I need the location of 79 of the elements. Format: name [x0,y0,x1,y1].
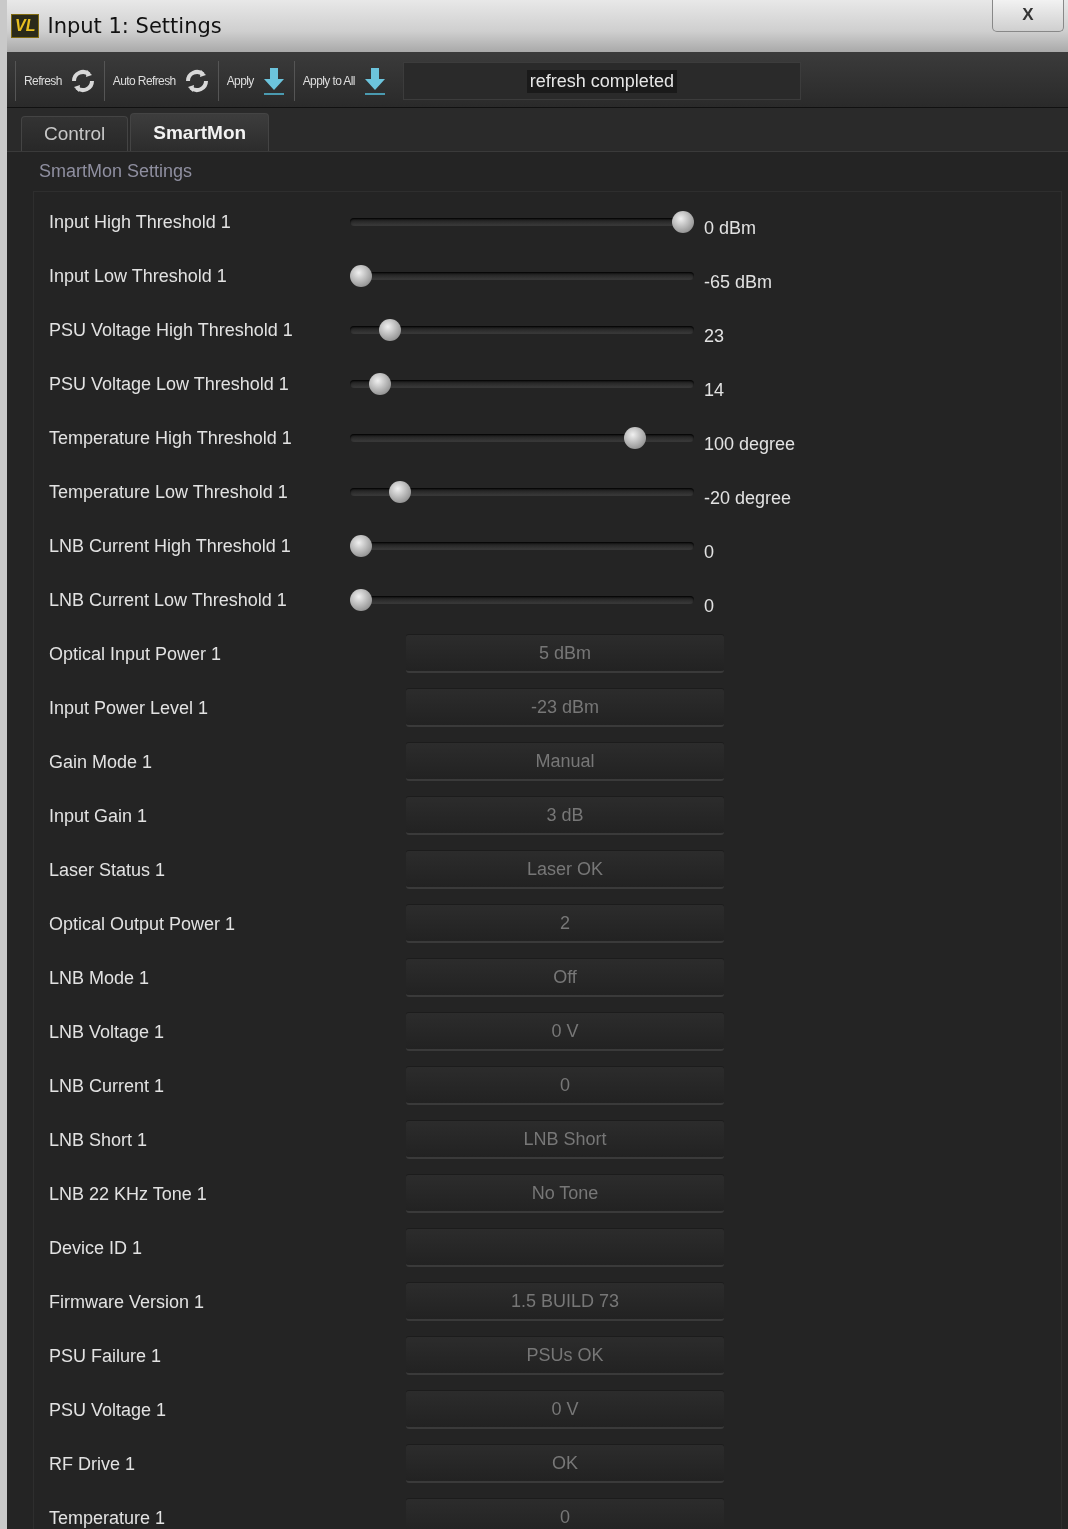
slider-track[interactable] [350,211,694,233]
setting-label: Optical Input Power 1 [48,643,223,665]
close-button[interactable]: X [992,0,1064,32]
setting-label: PSU Voltage 1 [48,1399,168,1421]
setting-label: Input High Threshold 1 [48,211,232,233]
setting-label: LNB Mode 1 [48,967,151,989]
slider-track[interactable] [350,373,694,395]
slider-reading: 0 dBm [704,217,757,239]
readout-field: Laser OK [406,851,724,889]
slider-reading: -65 dBm [704,271,773,293]
slider-reading: 0 [704,541,714,563]
setting-label: Input Power Level 1 [48,697,210,719]
setting-label: Temperature 1 [48,1507,167,1529]
slider-reading: 14 [704,379,725,401]
readout-field: -23 dBm [406,689,724,727]
setting-label: Device ID 1 [48,1237,144,1259]
readout-field: OK [406,1445,724,1483]
readout-field: Manual [406,743,724,781]
readout-field: PSUs OK [406,1337,724,1375]
slider-reading: 23 [704,325,725,347]
setting-label: Temperature Low Threshold 1 [48,481,289,503]
setting-label: Optical Output Power 1 [48,913,237,935]
setting-label: Gain Mode 1 [48,751,154,773]
refresh-icon [69,68,96,94]
toolbar-button[interactable]: Apply to All [293,61,395,101]
setting-label: PSU Failure 1 [48,1345,163,1367]
readout-field: Off [406,959,724,997]
setting-label: LNB Current 1 [48,1075,166,1097]
slider-thumb[interactable] [350,589,372,611]
window-title: Input 1: Settings [47,14,223,38]
setting-label: Firmware Version 1 [48,1291,206,1313]
slider-reading: -20 degree [704,487,792,509]
slider-reading: 100 degree [704,433,796,455]
refresh-icon [183,68,210,94]
setting-label: RF Drive 1 [48,1453,136,1475]
setting-label: Input Gain 1 [48,805,149,827]
setting-label: PSU Voltage High Threshold 1 [48,319,294,341]
readout-field: LNB Short [406,1121,724,1159]
setting-label: Laser Status 1 [48,859,167,881]
slider-thumb[interactable] [369,373,392,395]
tab[interactable]: Control [21,116,129,151]
slider-thumb[interactable] [378,319,401,341]
readout-field: 0 V [406,1013,724,1051]
readout-field: 3 dB [406,797,724,835]
readout-field: 5 dBm [406,635,724,673]
slider-track[interactable] [350,319,694,341]
readout-field: No Tone [406,1175,724,1213]
slider-thumb[interactable] [388,481,411,503]
slider-track[interactable] [350,481,694,503]
setting-label: Input Low Threshold 1 [48,265,228,287]
setting-label: LNB Short 1 [48,1129,149,1151]
arrow-down-icon [362,66,387,96]
section-title: SmartMon Settings [38,160,194,183]
arrow-down-icon [261,66,286,96]
slider-track[interactable] [350,265,694,287]
slider-track[interactable] [350,589,694,611]
slider-track[interactable] [350,427,694,449]
slider-thumb[interactable] [350,535,372,557]
slider-thumb[interactable] [623,427,646,449]
setting-label: LNB Current High Threshold 1 [48,535,292,557]
setting-label: LNB Current Low Threshold 1 [48,589,288,611]
toolbar-button[interactable]: Apply [217,61,294,101]
tab[interactable]: SmartMon [130,113,270,151]
readout-field: 0 [406,1067,724,1105]
toolbar-button[interactable]: Refresh [15,61,104,101]
readout-field: 1.5 BUILD 73 [406,1283,724,1321]
toolbar-button[interactable]: Auto Refresh [103,61,218,101]
setting-label: PSU Voltage Low Threshold 1 [48,373,290,395]
setting-label: LNB Voltage 1 [48,1021,166,1043]
setting-label: LNB 22 KHz Tone 1 [48,1183,208,1205]
readout-field: 0 V [406,1391,724,1429]
readout-field: 2 [406,905,724,943]
slider-thumb[interactable] [672,211,694,233]
setting-label: Temperature High Threshold 1 [48,427,293,449]
app-logo: VL [11,14,40,38]
slider-reading: 0 [704,595,714,617]
slider-track[interactable] [350,535,694,557]
status-text: refresh completed [526,69,677,93]
slider-thumb[interactable] [350,265,372,287]
